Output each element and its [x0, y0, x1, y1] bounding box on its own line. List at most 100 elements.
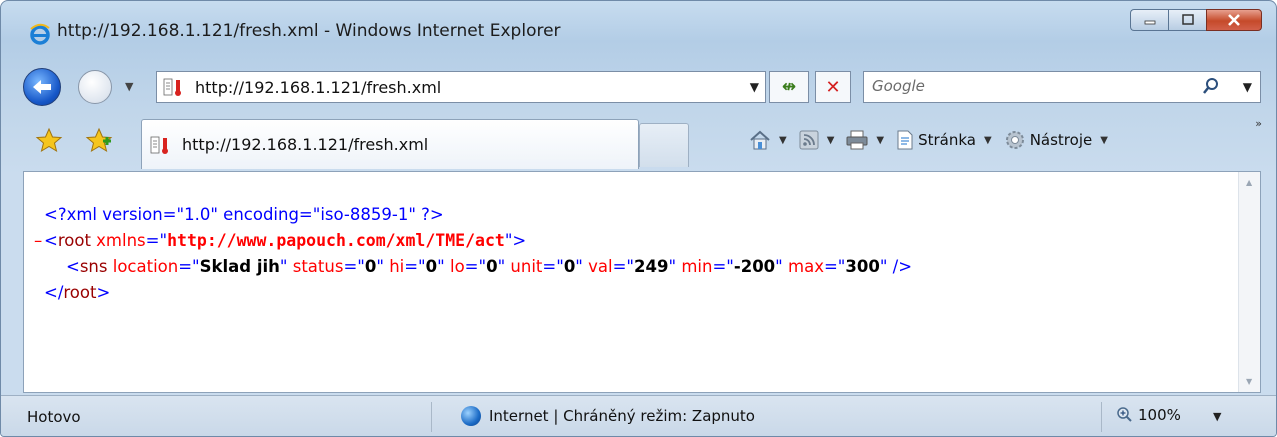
add-favorite-icon[interactable]	[85, 127, 113, 157]
xml-attr-value: 0	[364, 257, 377, 276]
page-icon	[897, 130, 913, 150]
page-menu-dropdown[interactable]: ▼	[984, 135, 992, 146]
zoom-level: 100%	[1138, 406, 1181, 424]
address-dropdown[interactable]: ▼	[750, 80, 759, 94]
xml-attr-value: Sklad jih	[199, 257, 280, 276]
internet-explorer-icon	[29, 23, 51, 45]
stop-button[interactable]: ✕	[815, 71, 851, 103]
xml-attr-value: 0	[486, 257, 498, 276]
close-button[interactable]	[1206, 9, 1262, 31]
tools-menu[interactable]: Nástroje	[1004, 129, 1093, 151]
print-dropdown[interactable]: ▼	[876, 135, 884, 146]
xml-markup: <	[44, 231, 58, 250]
address-url: http://192.168.1.121/fresh.xml	[195, 77, 442, 97]
xml-root-close-line: </root>	[44, 280, 912, 306]
page-menu[interactable]: Stránka	[896, 130, 976, 150]
security-zone[interactable]: Internet | Chráněný režim: Zapnuto	[461, 406, 755, 426]
title-bar[interactable]: http://192.168.1.121/fresh.xml - Windows…	[1, 1, 1276, 59]
xml-declaration: <?xml version="1.0" encoding="iso-8859-1…	[44, 205, 444, 224]
page-menu-label: Stránka	[918, 131, 976, 149]
window-title: http://192.168.1.121/fresh.xml - Windows…	[57, 21, 561, 41]
command-bar: http://192.168.1.121/fresh.xml ▼ ▼ ▼ Str…	[1, 115, 1276, 169]
xml-attr-name: min	[681, 257, 713, 276]
xml-markup: ">	[504, 231, 527, 250]
xml-sns-line: <sns location="Sklad jih" status="0" hi=…	[66, 257, 913, 276]
recent-pages-dropdown[interactable]: ▼	[125, 80, 133, 93]
xml-attr-value: -200	[733, 257, 776, 276]
xml-markup: >	[96, 283, 111, 302]
xml-markup: </	[44, 283, 64, 302]
tab-title: http://192.168.1.121/fresh.xml	[182, 135, 429, 154]
print-icon	[846, 130, 868, 150]
refresh-button[interactable]: ↮	[769, 71, 809, 103]
xml-attr-name: hi	[389, 257, 405, 276]
xml-attr-value: http://www.papouch.com/xml/TME/act	[167, 231, 505, 250]
search-icon[interactable]	[1202, 77, 1220, 99]
back-arrow-icon	[33, 80, 51, 94]
search-box[interactable]: ▼	[863, 71, 1261, 103]
minimize-button[interactable]	[1130, 9, 1168, 31]
favorites-star-icon[interactable]	[35, 127, 63, 157]
minimize-icon	[1144, 20, 1155, 25]
xml-attr-name: unit	[510, 257, 543, 276]
tools-menu-label: Nástroje	[1029, 131, 1093, 149]
xml-markup: ="	[145, 231, 168, 250]
xml-attr-value: 0	[425, 257, 438, 276]
gear-icon	[1005, 131, 1024, 149]
xml-document: <?xml version="1.0" encoding="iso-8859-1…	[34, 202, 913, 306]
xml-attr-name: val	[588, 257, 613, 276]
home-button[interactable]	[749, 130, 771, 150]
search-options-dropdown[interactable]: ▼	[1243, 80, 1252, 94]
navigation-bar: ▼ http://192.168.1.121/fresh.xml ▼ ↮ ✕ ▼	[1, 61, 1276, 111]
rss-feed-icon	[799, 130, 819, 150]
scroll-down-arrow-icon[interactable]: ▼	[1246, 377, 1252, 386]
feeds-button[interactable]	[799, 130, 819, 150]
xml-attr-name: xmlns	[96, 231, 146, 250]
xml-root-open-line: – <root xmlns="http://www.papouch.com/xml…	[34, 228, 912, 254]
scroll-up-arrow-icon[interactable]: ▲	[1246, 178, 1252, 187]
browser-window: http://192.168.1.121/fresh.xml - Windows…	[0, 0, 1277, 437]
xml-tag-name: root	[63, 283, 97, 302]
maximize-button[interactable]	[1168, 9, 1206, 31]
new-tab-button[interactable]	[639, 123, 689, 167]
search-input[interactable]	[872, 77, 1172, 95]
page-content: <?xml version="1.0" encoding="iso-8859-1…	[23, 171, 1261, 393]
xml-attr-value: 300	[845, 257, 880, 276]
xml-tag-name: root	[57, 231, 91, 250]
zoom-control[interactable]: 100%	[1116, 406, 1181, 424]
print-button[interactable]	[846, 130, 868, 150]
forward-button[interactable]	[78, 70, 112, 104]
xml-declaration-line: <?xml version="1.0" encoding="iso-8859-1…	[44, 202, 912, 228]
maximize-icon	[1181, 14, 1194, 25]
status-text: Hotovo	[27, 408, 81, 426]
collapse-toggle[interactable]: –	[34, 228, 42, 254]
status-bar: Hotovo Internet | Chráněný režim: Zapnut…	[1, 395, 1276, 436]
globe-icon	[461, 406, 481, 426]
xml-attr-name: max	[788, 257, 824, 276]
xml-attr-name: status	[292, 257, 344, 276]
back-button[interactable]	[23, 68, 61, 106]
xml-attr-value: 249	[634, 257, 669, 276]
home-dropdown[interactable]: ▼	[779, 135, 787, 146]
stop-icon: ✕	[825, 76, 841, 98]
status-divider	[431, 402, 432, 432]
address-bar[interactable]: http://192.168.1.121/fresh.xml ▼	[156, 71, 766, 103]
zoom-dropdown[interactable]: ▼	[1213, 410, 1221, 423]
status-divider	[1101, 402, 1102, 432]
home-icon	[750, 130, 770, 150]
tools-menu-dropdown[interactable]: ▼	[1100, 135, 1108, 146]
xml-page-icon	[163, 77, 189, 97]
xml-attr-name: lo	[449, 257, 465, 276]
zoom-icon	[1117, 407, 1132, 422]
command-tools: ▼ ▼ ▼ Stránka ▼ Nástroje ▼	[749, 129, 1120, 151]
xml-tag-name: sns	[79, 257, 108, 276]
tab-active[interactable]: http://192.168.1.121/fresh.xml	[141, 119, 639, 169]
security-zone-label: Internet | Chráněný režim: Zapnuto	[489, 407, 755, 425]
chevron-more-icon[interactable]: »	[1255, 117, 1262, 130]
close-icon	[1228, 14, 1240, 26]
vertical-scrollbar[interactable]: ▲ ▼	[1238, 172, 1260, 392]
xml-page-icon	[150, 135, 176, 155]
xml-markup: <	[66, 257, 80, 276]
window-controls	[1130, 9, 1262, 31]
feeds-dropdown[interactable]: ▼	[827, 135, 835, 146]
